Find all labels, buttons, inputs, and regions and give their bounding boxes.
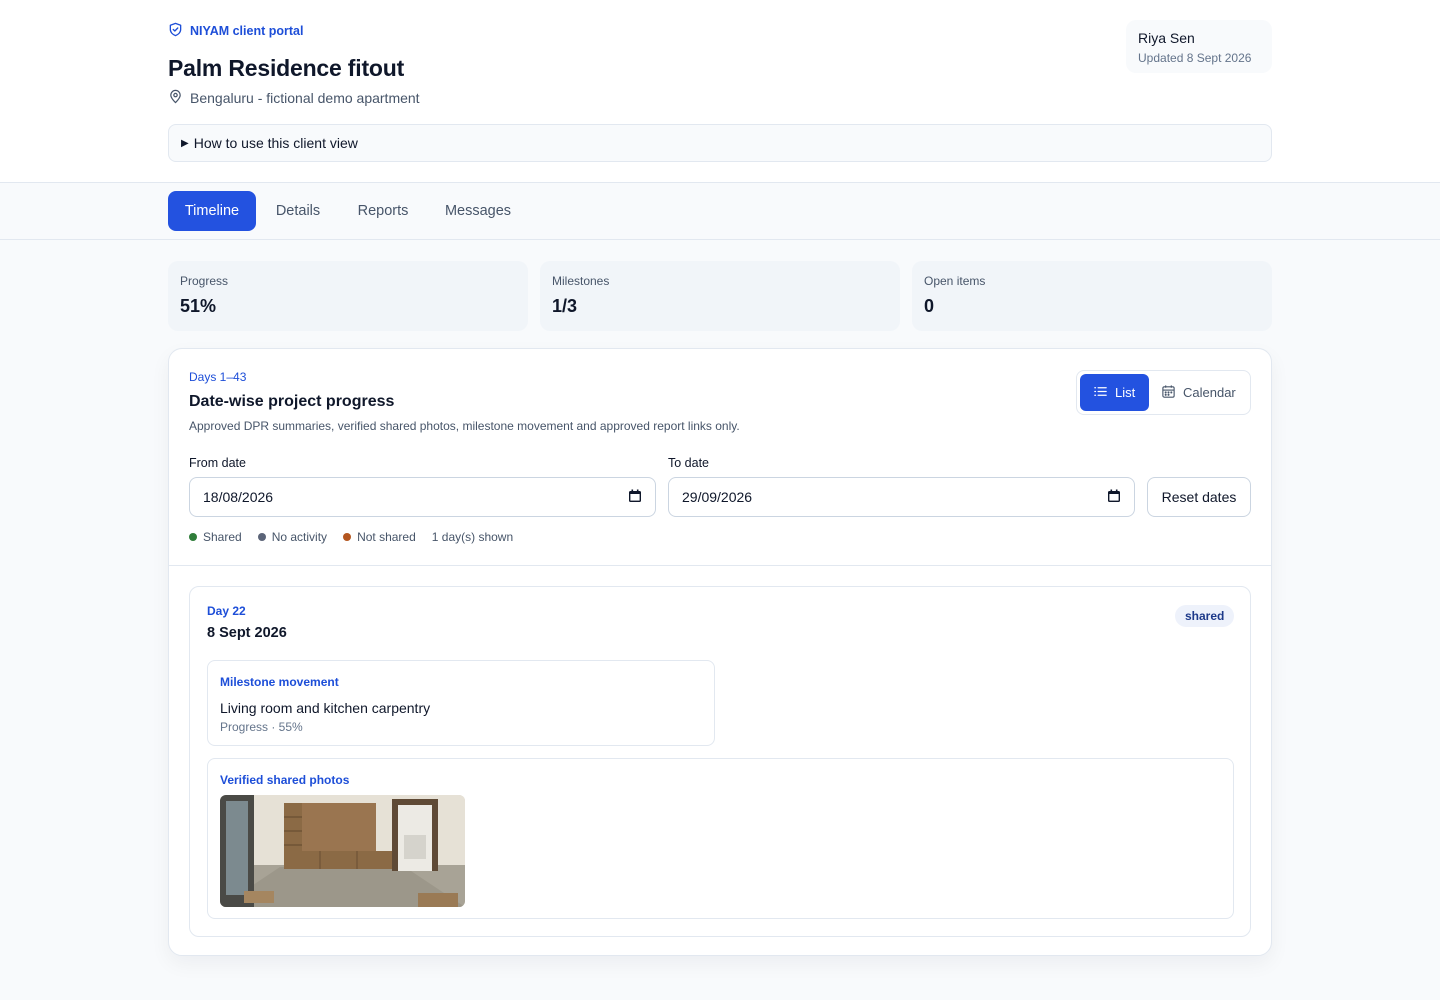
legend-label: No activity <box>271 530 328 544</box>
stat-value: 1/3 <box>552 296 578 316</box>
location-text: Bengaluru - fictional demo apartment <box>190 90 420 106</box>
divider <box>169 565 1271 566</box>
project-location: Bengaluru - fictional demo apartment <box>168 89 420 107</box>
day-range: Days 1–43 <box>189 370 247 384</box>
milestone-title: Living room and kitchen carpentry <box>220 700 431 716</box>
calendar-view-button[interactable]: Calendar <box>1155 374 1249 411</box>
tab-messages[interactable]: Messages <box>434 191 522 231</box>
legend-shared: Shared <box>189 530 242 544</box>
status-dot-icon <box>257 533 266 541</box>
days-shown-count: 1 day(s) shown <box>431 530 514 544</box>
from-date-value: 18/08/2026 <box>203 489 274 505</box>
legend-not-shared: Not shared <box>343 530 416 544</box>
stat-label: Milestones <box>552 274 610 288</box>
stat-label: Progress <box>180 274 229 288</box>
user-name: Riya Sen <box>1138 30 1195 46</box>
stat-value: 0 <box>924 296 935 316</box>
brand-name: NIYAM client portal <box>190 24 304 38</box>
panel-title: Date-wise project progress <box>189 393 395 410</box>
day-label: Day 22 <box>207 604 246 618</box>
to-date-label: To date <box>668 456 710 470</box>
calendar-picker-icon[interactable] <box>628 489 642 506</box>
calendar-view-label: Calendar <box>1183 385 1236 400</box>
legend: Shared No activity Not shared 1 day(s) s… <box>189 530 513 544</box>
how-to-label: How to use this client view <box>193 135 358 151</box>
stat-milestones: Milestones 1/3 <box>540 261 900 331</box>
calendar-picker-icon[interactable] <box>1107 489 1121 506</box>
status-dot-icon <box>343 533 352 541</box>
tab-reports[interactable]: Reports <box>344 191 422 231</box>
last-updated: Updated 8 Sept 2026 <box>1138 51 1252 65</box>
stat-value: 51% <box>180 296 217 316</box>
day-card: Day 22 8 Sept 2026 shared Milestone move… <box>189 586 1251 937</box>
view-toggle: List Calendar <box>1076 370 1251 415</box>
list-view-button[interactable]: List <box>1080 374 1149 411</box>
disclosure-triangle-icon: ▶ <box>181 137 189 149</box>
calendar-icon <box>1161 384 1176 402</box>
user-card[interactable]: Riya Sen Updated 8 Sept 2026 <box>1126 20 1272 73</box>
photos-card: Verified shared photos <box>207 758 1234 919</box>
how-to-disclosure[interactable]: ▶ How to use this client view <box>168 124 1272 162</box>
to-date-input[interactable]: 29/09/2026 <box>668 477 1135 517</box>
tab-timeline[interactable]: Timeline <box>168 191 256 231</box>
from-date-input[interactable]: 18/08/2026 <box>189 477 656 517</box>
page-header: NIYAM client portal Palm Residence fitou… <box>0 0 1440 183</box>
brand[interactable]: NIYAM client portal <box>168 22 303 40</box>
list-view-label: List <box>1115 385 1136 400</box>
legend-label: Not shared <box>357 530 416 544</box>
panel-description: Approved DPR summaries, verified shared … <box>189 419 740 433</box>
reset-dates-button[interactable]: Reset dates <box>1147 477 1251 517</box>
milestone-progress: Progress · 55% <box>220 720 303 734</box>
timeline-panel: Days 1–43 Date-wise project progress App… <box>168 348 1272 956</box>
stat-label: Open items <box>924 274 986 288</box>
stat-progress: Progress 51% <box>168 261 528 331</box>
map-pin-icon <box>168 89 183 107</box>
legend-label: Shared <box>203 530 242 544</box>
status-badge: shared <box>1175 605 1235 627</box>
legend-no-activity: No activity <box>257 530 328 544</box>
milestone-card: Milestone movement Living room and kitch… <box>207 660 715 746</box>
tab-bar: Timeline Details Reports Messages <box>0 183 1440 240</box>
tab-details[interactable]: Details <box>264 191 332 231</box>
shield-icon <box>168 22 183 40</box>
photos-section-label: Verified shared photos <box>220 773 350 787</box>
list-icon <box>1093 384 1108 402</box>
status-dot-icon <box>189 533 197 541</box>
milestone-section-label: Milestone movement <box>220 675 339 689</box>
day-date: 8 Sept 2026 <box>207 625 287 641</box>
from-date-label: From date <box>189 456 246 470</box>
to-date-value: 29/09/2026 <box>682 489 753 505</box>
shared-photo-thumbnail[interactable] <box>220 795 465 907</box>
stat-open-items: Open items 0 <box>912 261 1272 331</box>
project-title: Palm Residence fitout <box>168 55 405 81</box>
